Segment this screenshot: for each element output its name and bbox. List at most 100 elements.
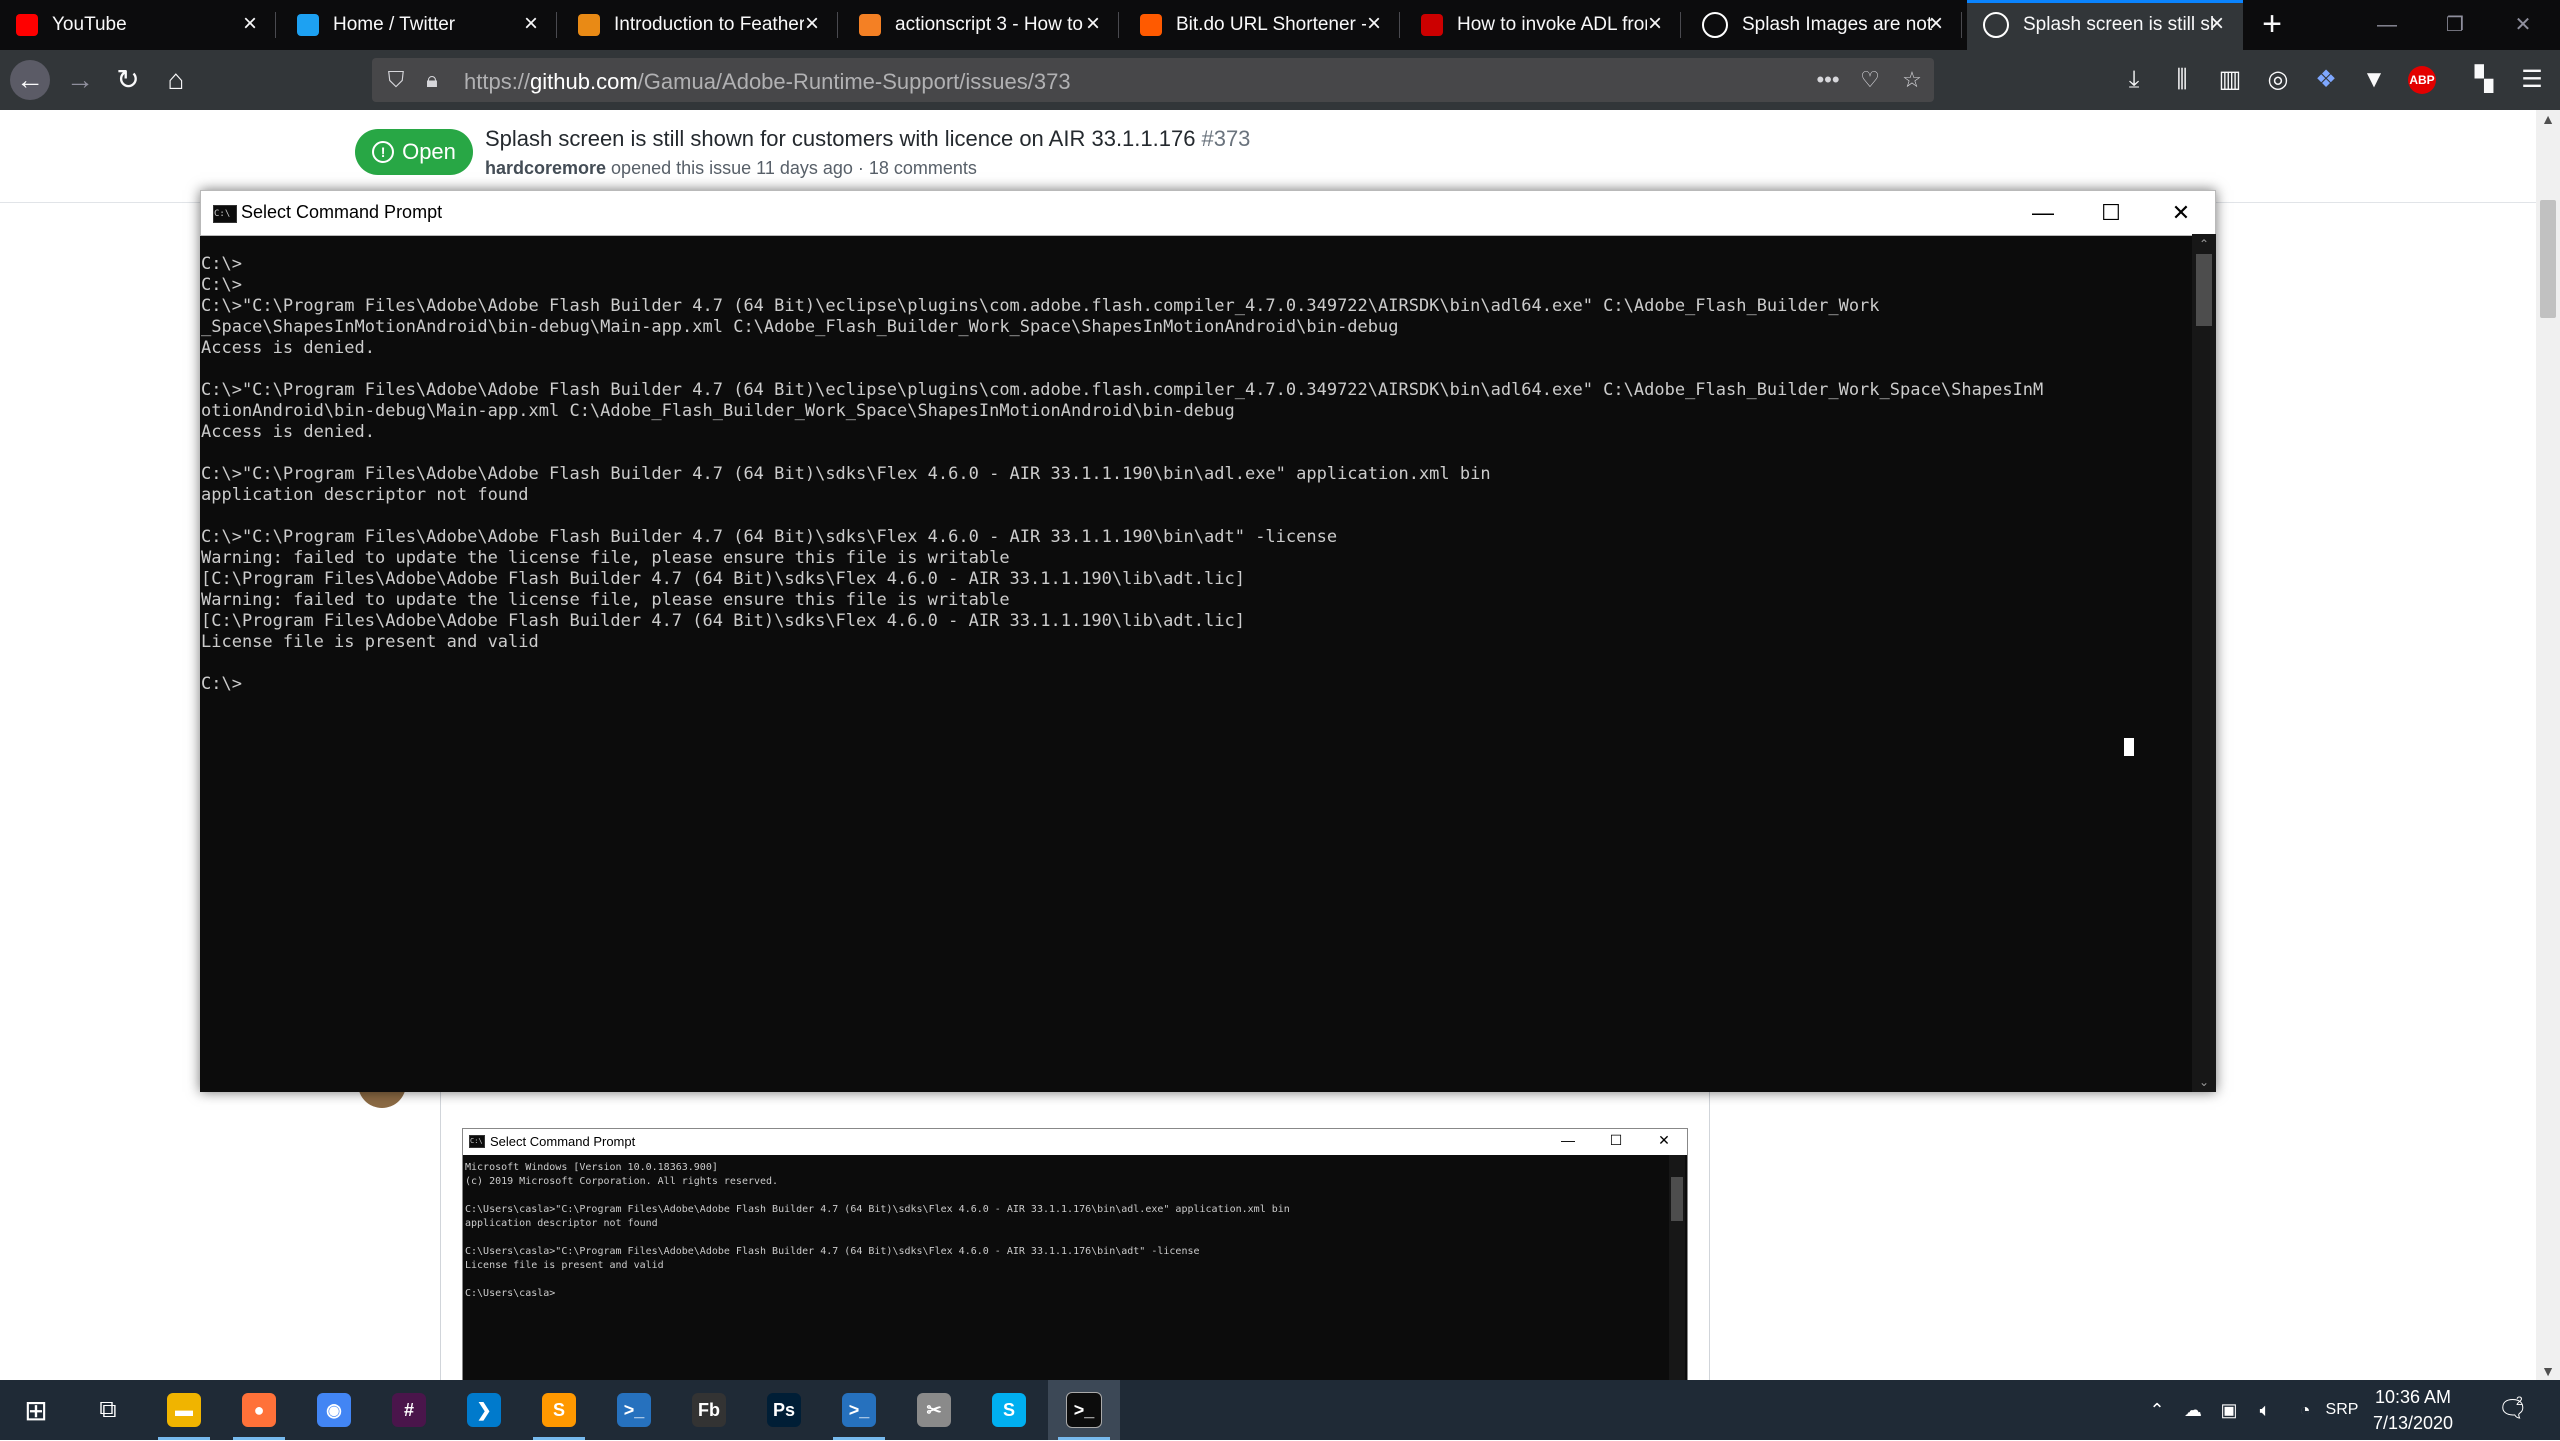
browser-tab[interactable]: How to invoke ADL from × <box>1405 0 1681 50</box>
forward-button[interactable]: → <box>60 60 100 100</box>
sidebar-icon[interactable]: ▥ <box>2214 64 2246 96</box>
taskbar-app-button[interactable]: Fb <box>673 1380 745 1440</box>
onedrive-icon[interactable]: ☁ <box>2176 1380 2210 1440</box>
maximize-icon: ☐ <box>1609 1132 1623 1148</box>
tab-close-icon[interactable]: × <box>238 12 262 36</box>
cmd-scroll-down-icon[interactable]: ⌄ <box>2192 1072 2216 1092</box>
comment-cmd-output: Microsoft Windows [Version 10.0.18363.90… <box>465 1162 1290 1299</box>
browser-tab[interactable]: YouTube × <box>0 0 276 50</box>
browser-tab[interactable]: Home / Twitter × <box>281 0 557 50</box>
page-scrollbar[interactable]: ▲ ▼ <box>2536 110 2560 1380</box>
tab-close-icon[interactable]: × <box>1362 12 1386 36</box>
url-text[interactable]: https://github.com/Gamua/Adobe-Runtime-S… <box>464 69 1071 95</box>
taskbar-app-button[interactable]: S <box>973 1380 1045 1440</box>
taskbar-clock[interactable]: 10:36 AM 7/13/2020 <box>2358 1384 2468 1436</box>
comment-cmd-scrollbar <box>1669 1155 1685 1381</box>
new-tab-button[interactable]: + <box>2252 0 2292 50</box>
cmd-scroll-up-icon[interactable]: ⌃ <box>2192 234 2216 254</box>
task-view-button[interactable]: ⧉ <box>72 1380 144 1440</box>
close-icon: ✕ <box>1658 1132 1670 1148</box>
text-cursor <box>2124 738 2134 756</box>
tab-close-icon[interactable]: × <box>1643 12 1667 36</box>
tab-close-icon[interactable]: × <box>1924 12 1948 36</box>
taskbar-app-button[interactable]: ◉ <box>298 1380 370 1440</box>
taskbar-app-button[interactable]: S <box>523 1380 595 1440</box>
cmd-maximize-button[interactable]: ☐ <box>2081 191 2141 235</box>
page-scrollbar-thumb[interactable] <box>2540 200 2556 318</box>
taskbar-app-button[interactable]: ❯ <box>448 1380 520 1440</box>
taskbar-app-button[interactable]: >_ <box>598 1380 670 1440</box>
tab-close-icon[interactable]: × <box>800 12 824 36</box>
start-button[interactable]: ⊞ <box>0 1380 72 1440</box>
taskbar-app-button[interactable]: ● <box>223 1380 295 1440</box>
taskbar-app-button[interactable]: # <box>373 1380 445 1440</box>
command-prompt-output[interactable]: C:\> C:\> C:\>"C:\Program Files\Adobe\Ad… <box>201 254 2191 695</box>
reload-button[interactable]: ↻ <box>108 60 148 100</box>
window-minimize-button[interactable]: — <box>2356 0 2418 50</box>
tracking-protection-icon[interactable]: ⛉ <box>382 66 410 94</box>
cmd-close-button[interactable]: ✕ <box>2151 191 2211 235</box>
issue-author-link[interactable]: hardcoremore <box>485 158 606 178</box>
browser-tab[interactable]: Introduction to Feathers × <box>562 0 838 50</box>
lock-icon[interactable]: 🔒︎ <box>418 66 446 94</box>
github-icon <box>1983 12 2009 38</box>
window-close-button[interactable]: ✕ <box>2492 0 2554 50</box>
extension-icon[interactable]: ❖ <box>2310 64 2342 96</box>
vscode-icon: ❯ <box>467 1393 501 1427</box>
tab-close-icon[interactable]: × <box>2205 12 2229 36</box>
command-prompt-window[interactable]: C:\ Select Command Prompt — ☐ ✕ C:\> C:\… <box>200 190 2216 1092</box>
issue-title: Splash screen is still shown for custome… <box>485 126 1250 152</box>
vue-devtools-icon[interactable]: ▼ <box>2358 64 2390 96</box>
home-button[interactable]: ⌂ <box>156 60 196 100</box>
library-icon[interactable]: ⫼ <box>2166 64 2198 96</box>
action-center-button[interactable]: 🗨︎ 2 <box>2490 1380 2536 1440</box>
volume-icon[interactable]: 🔈︎ <box>2248 1380 2282 1440</box>
scroll-down-arrow-icon[interactable]: ▼ <box>2536 1362 2560 1380</box>
firefox-icon: ● <box>242 1393 276 1427</box>
issue-state-label: Open <box>402 139 456 164</box>
menu-icon[interactable]: ☰ <box>2516 64 2548 96</box>
wifi-icon[interactable]: ◔ <box>2288 1380 2322 1440</box>
command-prompt-icon: >_ <box>1066 1392 1102 1428</box>
taskbar-app-button[interactable]: >_ <box>1048 1380 1120 1440</box>
browser-tab[interactable]: Bit.do URL Shortener - S × <box>1124 0 1400 50</box>
issue-meta: hardcoremore opened this issue 11 days a… <box>485 158 977 179</box>
comment-cmd-title: Select Command Prompt <box>490 1134 636 1149</box>
browser-tab[interactable]: Splash Images are not d × <box>1686 0 1962 50</box>
chrome-icon: ◉ <box>317 1393 351 1427</box>
cmd-window-icon: C:\ <box>469 1135 485 1148</box>
tab-close-icon[interactable]: × <box>1081 12 1105 36</box>
taskbar-app-button[interactable]: ▬ <box>148 1380 220 1440</box>
show-hidden-icons-button[interactable]: ⌃ <box>2142 1380 2172 1440</box>
input-language-indicator[interactable]: SRP <box>2322 1380 2362 1440</box>
scroll-up-arrow-icon[interactable]: ▲ <box>2536 110 2560 128</box>
bookmark-star-icon[interactable]: ☆ <box>1898 66 1926 94</box>
tab-separator <box>1399 12 1400 38</box>
cmd-scroll-thumb[interactable] <box>2196 254 2212 326</box>
url-bar[interactable]: ⛉ 🔒︎ https://github.com/Gamua/Adobe-Runt… <box>372 58 1934 102</box>
pocket-icon[interactable]: ♡ <box>1856 66 1884 94</box>
extensions-overflow-icon[interactable]: ▚ <box>2468 64 2500 96</box>
window-restore-button[interactable]: ❐ <box>2424 0 2486 50</box>
browser-tab[interactable]: actionscript 3 - How to × <box>843 0 1119 50</box>
tab-separator <box>837 12 838 38</box>
comment-screenshot-cmd-window: C:\ Select Command Prompt — ☐ ✕ Microsof… <box>462 1128 1688 1382</box>
cmd-window-icon[interactable]: C:\ <box>213 205 237 223</box>
account-icon[interactable]: ◎ <box>2262 64 2294 96</box>
tab-close-icon[interactable]: × <box>519 12 543 36</box>
page-actions-icon[interactable]: ••• <box>1814 66 1842 94</box>
adblock-plus-icon[interactable]: ABP <box>2408 66 2440 98</box>
cmd-minimize-button[interactable]: — <box>2013 191 2073 235</box>
downloads-icon[interactable]: ⤓ <box>2118 64 2150 96</box>
command-prompt-title-bar[interactable]: C:\ Select Command Prompt — ☐ ✕ <box>200 190 2216 236</box>
network-icon[interactable]: ▣ <box>2212 1380 2246 1440</box>
browser-tab-label: Home / Twitter <box>333 14 456 35</box>
cmd-scrollbar[interactable]: ⌃ ⌄ <box>2192 234 2216 1092</box>
browser-tab[interactable]: Splash screen is still sho × <box>1967 0 2243 50</box>
back-button[interactable]: ← <box>10 60 50 100</box>
taskbar-app-button[interactable]: Ps <box>748 1380 820 1440</box>
taskbar-app-button[interactable]: >_ <box>823 1380 895 1440</box>
youtube-icon <box>16 14 38 36</box>
browser-tab-label: Bit.do URL Shortener - S <box>1176 14 1366 35</box>
taskbar-app-button[interactable]: ✂ <box>898 1380 970 1440</box>
